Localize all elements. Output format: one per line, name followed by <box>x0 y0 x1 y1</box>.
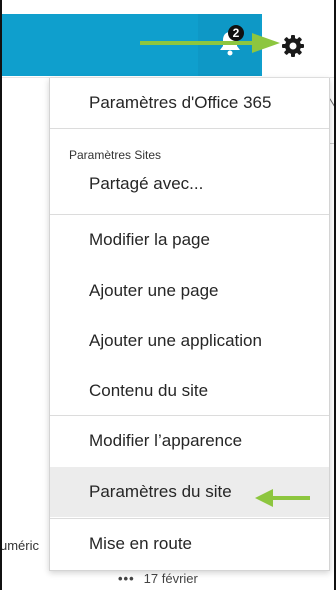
menu-item-office365-settings[interactable]: Paramètres d'Office 365 <box>50 78 329 128</box>
gear-icon <box>282 35 304 57</box>
left-frame-border <box>0 0 2 590</box>
menu-item-edit-page[interactable]: Modifier la page <box>50 215 329 265</box>
menu-item-add-page[interactable]: Ajouter une page <box>50 266 329 316</box>
pointer-arrow-side <box>255 489 310 507</box>
background-date: 17 février <box>143 571 198 586</box>
more-options-icon[interactable]: ••• <box>118 571 135 586</box>
menu-item-add-app[interactable]: Ajouter une application <box>50 316 329 366</box>
menu-item-shared-with[interactable]: Partagé avec... <box>50 164 329 204</box>
menu-section-label: Paramètres Sites <box>69 148 162 162</box>
pointer-arrow-top <box>140 33 280 53</box>
menu-item-change-look[interactable]: Modifier l’apparence <box>50 416 329 466</box>
menu-item-getting-started[interactable]: Mise en route <box>50 519 329 569</box>
top-strip <box>0 0 336 14</box>
background-date-row: ••• 17 février <box>118 571 198 586</box>
settings-menu: Paramètres d'Office 365 Paramètres Sites… <box>49 78 330 571</box>
background-truncated-text: uméric <box>0 538 40 553</box>
menu-divider <box>50 128 329 129</box>
menu-item-site-contents[interactable]: Contenu du site <box>50 366 329 416</box>
